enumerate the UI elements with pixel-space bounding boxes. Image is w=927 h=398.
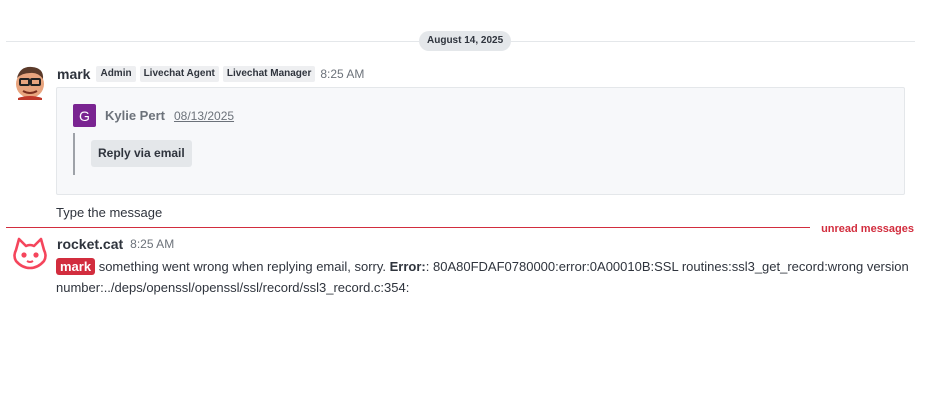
unread-messages-label: unread messages (821, 223, 914, 235)
username[interactable]: mark (57, 66, 90, 82)
attachment-author: Kylie Pert (105, 108, 165, 123)
message-text: something went wrong when replying email… (95, 259, 390, 274)
role-tag-livechat-agent: Livechat Agent (139, 66, 219, 82)
attachment-header: G Kylie Pert 08/13/2025 (73, 104, 234, 127)
quoted-attachment: G Kylie Pert 08/13/2025 Reply via email (56, 87, 905, 195)
message-time[interactable]: 8:25 AM (320, 67, 364, 81)
date-divider: August 14, 2025 (6, 31, 915, 51)
avatar[interactable] (12, 236, 48, 272)
username[interactable]: rocket.cat (57, 236, 123, 252)
role-tag-livechat-manager: Livechat Manager (222, 66, 316, 82)
message-text: Type the message (56, 205, 163, 220)
error-label: Error: (389, 259, 426, 274)
attachment-avatar: G (73, 104, 96, 127)
attachment-date-link[interactable]: 08/13/2025 (174, 109, 234, 123)
rocket-cat-icon (13, 237, 47, 270)
date-pill: August 14, 2025 (419, 31, 512, 51)
message-body: mark something went wrong when replying … (56, 256, 916, 298)
avatar[interactable] (12, 64, 48, 100)
message-header: rocket.cat 8:25 AM (57, 235, 174, 253)
user-avatar-icon (16, 66, 44, 100)
unread-divider-line (6, 227, 810, 228)
user-mention[interactable]: mark (56, 258, 96, 275)
attachment-body: Reply via email (73, 133, 192, 175)
reply-via-email-button[interactable]: Reply via email (91, 140, 192, 167)
role-tag-admin: Admin (96, 66, 136, 82)
message-header: mark Admin Livechat Agent Livechat Manag… (57, 65, 364, 83)
message-time[interactable]: 8:25 AM (130, 237, 174, 251)
